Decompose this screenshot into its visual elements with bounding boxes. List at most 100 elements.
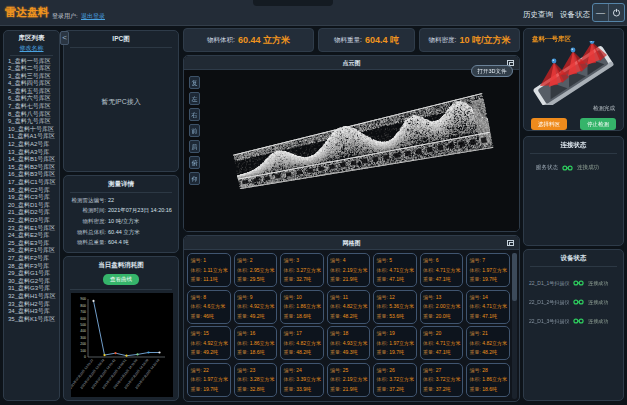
storage-list-item[interactable]: 16_盘料B3号库区 — [4, 171, 59, 179]
consumption-panel: 当日盘料消耗图 查看曲线 010020030040050060070080090… — [63, 256, 179, 401]
login-user-label: 登录用户: — [52, 12, 78, 21]
cell-no-label: 编号: — [470, 330, 481, 336]
cell-wt-label: 重量: — [284, 313, 295, 319]
grid-cell[interactable]: 编号: 25 体积: 2.19立方米 重量: 21.9吨 — [327, 363, 371, 397]
grid-cell[interactable]: 编号: 27 体积: 3.72立方米 重量: 37.2吨 — [420, 363, 464, 397]
storage-list-item[interactable]: 21_盘料D2号库 — [4, 209, 59, 217]
storage-list-item[interactable]: 5_盘料五号库区 — [4, 87, 59, 95]
grid-cell[interactable]: 编号: 13 体积: 2.00立方米 重量: 20.0吨 — [420, 290, 464, 324]
grid-cell[interactable]: 编号: 5 体积: 4.71立方米 重量: 47.1吨 — [373, 253, 417, 287]
detail-row: 物料总重量:604.4 吨 — [64, 237, 178, 248]
storage-list-item[interactable]: 27_盘料F2号库 — [4, 254, 59, 262]
collapse-chevron-icon[interactable]: < — [60, 31, 69, 45]
grid-cell[interactable]: 编号: 14 体积: 4.71立方米 重量: 47.1吨 — [466, 290, 510, 324]
grid-cell[interactable]: 编号: 1 体积: 1.11立方米 重量: 11.1吨 — [187, 253, 231, 287]
storage-list-item[interactable]: 24_盘料E2号库 — [4, 232, 59, 240]
view-button[interactable]: 俯 — [189, 156, 200, 169]
logout-link[interactable]: 退出登录 — [81, 12, 105, 21]
open-3d-file-button[interactable]: 打开3D文件 — [471, 65, 513, 77]
view-button[interactable]: 仰 — [189, 172, 200, 185]
history-query-link[interactable]: 历史查询 — [523, 10, 553, 20]
grid-cell[interactable]: 编号: 6 体积: 4.71立方米 重量: 47.1吨 — [420, 253, 464, 287]
select-area-button[interactable]: 选择料区 — [531, 118, 567, 130]
grid-cell[interactable]: 编号: 20 体积: 4.71立方米 重量: 47.1吨 — [420, 326, 464, 360]
storage-list-item[interactable]: 8_盘料八号库区 — [4, 110, 59, 118]
grid-cell[interactable]: 编号: 26 体积: 3.72立方米 重量: 37.2吨 — [373, 363, 417, 397]
grid-cell[interactable]: 编号: 17 体积: 4.82立方米 重量: 48.2吨 — [280, 326, 324, 360]
grid-cell[interactable]: 编号: 24 体积: 3.39立方米 重量: 33.9吨 — [280, 363, 324, 397]
storage-list-item[interactable]: 7_盘料七号库区 — [4, 103, 59, 111]
view-curve-button[interactable]: 查看曲线 — [103, 274, 139, 285]
device-status-link[interactable]: 设备状态 — [560, 10, 590, 20]
storage-list-item[interactable]: 35_盘料K1号库区 — [4, 315, 59, 323]
cell-no-label: 编号: — [423, 330, 434, 336]
storage-list-item[interactable]: 11_盘料A1号库区 — [4, 133, 59, 141]
view-button[interactable]: 后 — [189, 140, 200, 153]
grid-cell[interactable]: 编号: 28 体积: 1.86立方米 重量: 18.6吨 — [466, 363, 510, 397]
stop-detect-button[interactable]: 停止检测 — [580, 118, 616, 130]
storage-list-item[interactable]: 15_盘料B2号库区 — [4, 163, 59, 171]
storage-list-item[interactable]: 9_盘料九号库区 — [4, 118, 59, 126]
grid-cell[interactable]: 编号: 23 体积: 3.28立方米 重量: 32.8吨 — [234, 363, 278, 397]
storage-list-item[interactable]: 20_盘料D1号库 — [4, 201, 59, 209]
storage-list-item[interactable]: 1_盘料一号库区 — [4, 57, 59, 65]
view-button[interactable]: 复 — [189, 76, 200, 89]
storage-list-item[interactable]: 12_盘料A2号库 — [4, 141, 59, 149]
grid-scrollbar-thumb[interactable] — [512, 253, 517, 301]
grid-cell[interactable]: 编号: 3 体积: 3.27立方米 重量: 32.7吨 — [280, 253, 324, 287]
power-button[interactable] — [609, 4, 624, 21]
storage-list-item[interactable]: 25_盘料E3号库 — [4, 239, 59, 247]
cell-vol-value: 4.82立方米 — [343, 303, 368, 309]
storage-list-item[interactable]: 28_盘料F3号库 — [4, 262, 59, 270]
cell-vol-label: 体积: — [330, 340, 341, 346]
divider — [70, 47, 172, 48]
grid-cell[interactable]: 编号: 18 体积: 4.93立方米 重量: 49.3吨 — [327, 326, 371, 360]
storage-list-item[interactable]: 30_盘料G2号库 — [4, 277, 59, 285]
grid-cell[interactable]: 编号: 7 体积: 1.97立方米 重量: 19.7吨 — [466, 253, 510, 287]
grid-cell[interactable]: 编号: 16 体积: 1.86立方米 重量: 18.6吨 — [234, 326, 278, 360]
view-button[interactable]: 左 — [189, 92, 200, 105]
storage-list-item[interactable]: 32_盘料H1号库区 — [4, 292, 59, 300]
rename-link[interactable]: 修改名称 — [4, 44, 59, 53]
storage-list-item[interactable]: 13_盘料A3号库 — [4, 148, 59, 156]
grid-cell[interactable]: 编号: 8 体积: 4.6立方米 重量: 46吨 — [187, 290, 231, 324]
grid-cell[interactable]: 编号: 9 体积: 4.92立方米 重量: 49.2吨 — [234, 290, 278, 324]
expand-icon[interactable] — [507, 240, 514, 246]
storage-list-item[interactable]: 6_盘料六号库区 — [4, 95, 59, 103]
view-button[interactable]: 前 — [189, 124, 200, 137]
storage-list-item[interactable]: 4_盘料四号库区 — [4, 80, 59, 88]
storage-list-item[interactable]: 10_盘料十号库区 — [4, 125, 59, 133]
storage-list-item[interactable]: 23_盘料E1号库区 — [4, 224, 59, 232]
view-button[interactable]: 右 — [189, 108, 200, 121]
cell-no-value: 23 — [250, 367, 256, 373]
storage-list-item[interactable]: 22_盘料D3号库 — [4, 216, 59, 224]
storage-list-item[interactable]: 29_盘料G1号库 — [4, 270, 59, 278]
storage-list-item[interactable]: 3_盘料三号库区 — [4, 72, 59, 80]
grid-panel: 网格图 编号: 1 体积: 1.11立方米 重量: 11.1吨 编号: 2 体积… — [183, 235, 520, 402]
grid-cell[interactable]: 编号: 22 体积: 1.97立方米 重量: 19.7吨 — [187, 363, 231, 397]
grid-cell[interactable]: 编号: 19 体积: 1.97立方米 重量: 19.7吨 — [373, 326, 417, 360]
grid-cell[interactable]: 编号: 11 体积: 4.82立方米 重量: 48.2吨 — [327, 290, 371, 324]
storage-list-item[interactable]: 14_盘料B1号库区 — [4, 156, 59, 164]
grid-cell[interactable]: 编号: 4 体积: 2.19立方米 重量: 21.9吨 — [327, 253, 371, 287]
storage-list-item[interactable]: 31_盘料G3号库 — [4, 285, 59, 293]
cell-vol-value: 3.39立方米 — [296, 376, 321, 382]
grid-cell[interactable]: 编号: 10 体积: 1.86立方米 重量: 18.6吨 — [280, 290, 324, 324]
storage-list-item[interactable]: 18_盘料C2号库 — [4, 186, 59, 194]
cell-vol-label: 体积: — [237, 303, 248, 309]
storage-list-item[interactable]: 33_盘料H2号库 — [4, 300, 59, 308]
storage-list-item[interactable]: 2_盘料二号库区 — [4, 65, 59, 73]
pointcloud-canvas[interactable] — [184, 71, 519, 231]
minimize-button[interactable]: — — [593, 4, 609, 21]
grid-cell[interactable]: 编号: 21 体积: 4.82立方米 重量: 48.2吨 — [466, 326, 510, 360]
storage-list-item[interactable]: 19_盘料C3号库 — [4, 194, 59, 202]
storage-list-item[interactable]: 17_盘料C1号库区 — [4, 179, 59, 187]
cell-no-label: 编号: — [284, 330, 295, 336]
grid-cell[interactable]: 编号: 2 体积: 2.95立方米 重量: 29.5吨 — [234, 253, 278, 287]
grid-cell[interactable]: 编号: 12 体积: 5.36立方米 重量: 53.6吨 — [373, 290, 417, 324]
cell-vol-value: 3.28立方米 — [250, 376, 275, 382]
storage-list-item[interactable]: 26_盘料F1号库区 — [4, 247, 59, 255]
storage-list-item[interactable]: 34_盘料H3号库 — [4, 308, 59, 316]
grid-scrollbar[interactable] — [512, 253, 517, 399]
grid-cell[interactable]: 编号: 15 体积: 4.92立方米 重量: 49.2吨 — [187, 326, 231, 360]
